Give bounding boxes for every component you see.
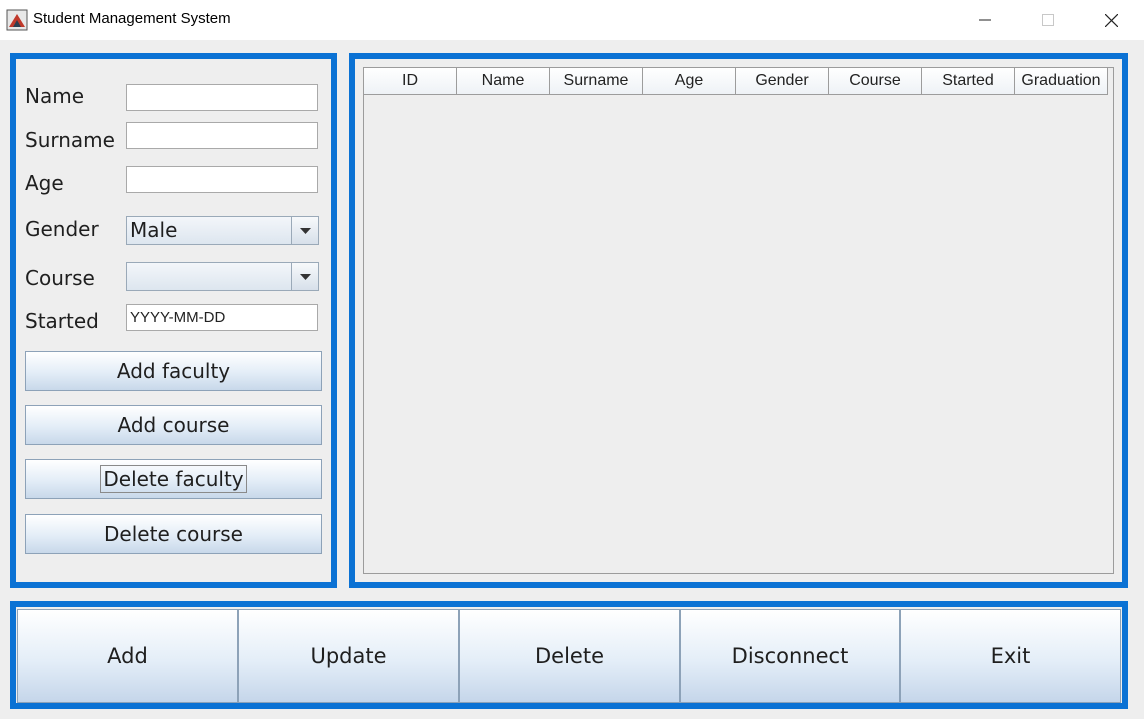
course-label: Course [25, 266, 95, 290]
minimize-button[interactable] [962, 0, 1008, 40]
surname-label: Surname [25, 128, 115, 152]
column-header-age[interactable]: Age [643, 68, 736, 95]
course-select[interactable] [126, 262, 319, 291]
column-header-surname[interactable]: Surname [550, 68, 643, 95]
table-header: ID Name Surname Age Gender Course Starte… [364, 68, 1108, 95]
name-label: Name [25, 84, 85, 108]
column-header-course[interactable]: Course [829, 68, 922, 95]
java-app-icon [6, 9, 28, 31]
started-label: Started [25, 309, 99, 333]
gender-dropdown-button[interactable] [291, 217, 318, 244]
delete-faculty-button[interactable]: Delete faculty [25, 459, 322, 499]
column-header-started[interactable]: Started [922, 68, 1015, 95]
close-icon [1104, 13, 1118, 27]
column-header-gender[interactable]: Gender [736, 68, 829, 95]
exit-label: Exit [990, 644, 1031, 668]
gender-select[interactable]: Male [126, 216, 319, 245]
close-button[interactable] [1088, 0, 1134, 40]
delete-label: Delete [535, 644, 604, 668]
delete-course-button[interactable]: Delete course [25, 514, 322, 554]
update-button[interactable]: Update [238, 609, 459, 703]
add-label: Add [107, 644, 148, 668]
column-header-id[interactable]: ID [364, 68, 457, 95]
title-bar: Student Management System [0, 0, 1144, 40]
add-faculty-label: Add faculty [116, 359, 231, 383]
add-faculty-button[interactable]: Add faculty [25, 351, 322, 391]
add-course-button[interactable]: Add course [25, 405, 322, 445]
disconnect-button[interactable]: Disconnect [680, 609, 900, 703]
add-button[interactable]: Add [17, 609, 238, 703]
gender-label: Gender [25, 217, 99, 241]
gender-selected-value: Male [130, 218, 178, 242]
maximize-icon [1042, 14, 1054, 26]
delete-course-label: Delete course [104, 522, 243, 546]
surname-input[interactable] [126, 122, 318, 149]
age-input[interactable] [126, 166, 318, 193]
column-header-name[interactable]: Name [457, 68, 550, 95]
delete-faculty-label: Delete faculty [100, 465, 247, 493]
disconnect-label: Disconnect [731, 644, 849, 668]
course-dropdown-button[interactable] [291, 263, 318, 290]
maximize-button[interactable] [1025, 0, 1071, 40]
delete-button[interactable]: Delete [459, 609, 680, 703]
chevron-down-icon [299, 227, 311, 234]
column-header-graduation[interactable]: Graduation [1015, 68, 1108, 95]
started-date-input[interactable] [126, 304, 318, 331]
name-input[interactable] [126, 84, 318, 111]
students-table[interactable]: ID Name Surname Age Gender Course Starte… [363, 67, 1114, 574]
age-label: Age [25, 171, 64, 195]
exit-button[interactable]: Exit [900, 609, 1121, 703]
add-course-label: Add course [117, 413, 230, 437]
minimize-icon [979, 19, 991, 21]
chevron-down-icon [299, 273, 311, 280]
window-title: Student Management System [33, 10, 231, 27]
update-label: Update [310, 644, 387, 668]
